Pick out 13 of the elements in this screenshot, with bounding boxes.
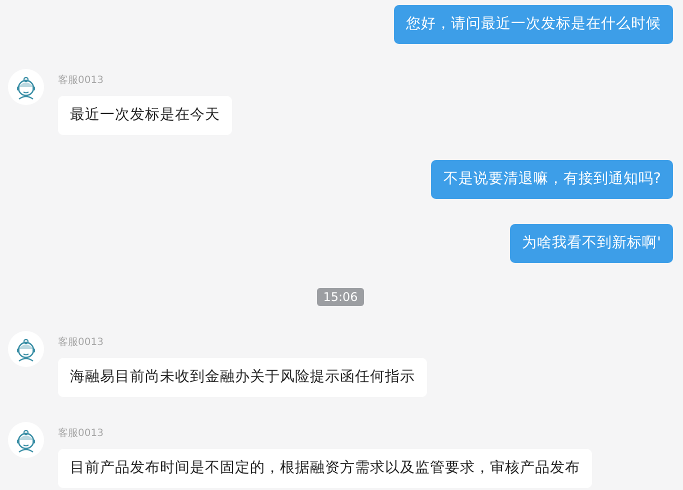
message-bubble: 目前产品发布时间是不固定的，根据融资方需求以及监管要求，审核产品发布 [58, 449, 592, 488]
message-bubble: 海融易目前尚未收到金融办关于风险提示函任何指示 [58, 358, 427, 397]
message-bubble: 不是说要清退嘛，有接到通知吗? [431, 160, 673, 199]
sender-name: 客服0013 [58, 428, 104, 440]
agent-avatar-icon [8, 69, 44, 105]
message-bubble: 为啥我看不到新标啊' [510, 224, 673, 263]
timestamp: 15:06 [317, 288, 364, 306]
message-bubble: 最近一次发标是在今天 [58, 96, 232, 135]
sender-name: 客服0013 [58, 337, 104, 349]
agent-avatar-icon [8, 331, 44, 367]
message-bubble: 您好，请问最近一次发标是在什么时候 [394, 5, 673, 44]
sender-name: 客服0013 [58, 75, 104, 87]
agent-avatar-icon [8, 422, 44, 458]
